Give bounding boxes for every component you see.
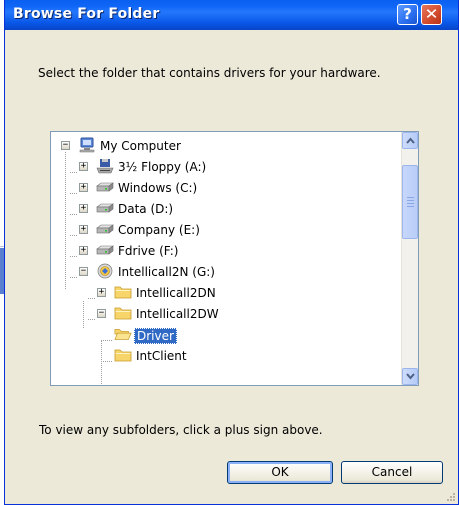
thumb-grip-line — [407, 197, 414, 198]
floppy-drive-icon — [96, 159, 114, 174]
collapse-icon[interactable]: − — [97, 309, 106, 318]
tree-item-intellicall2dn[interactable]: + Intellicall2DN — [87, 284, 391, 304]
tree-item-fdrive[interactable]: + Fdrive (F:) — [69, 242, 391, 262]
help-button[interactable]: ? — [397, 4, 418, 25]
expand-icon[interactable]: + — [97, 288, 106, 297]
subfolder-hint: To view any subfolders, click a plus sig… — [39, 423, 323, 437]
vertical-scrollbar[interactable] — [401, 132, 418, 385]
expand-icon[interactable]: + — [79, 162, 88, 171]
tree-item-data-drive[interactable]: + Data (D:) — [69, 200, 391, 220]
scroll-up-button[interactable] — [402, 132, 418, 149]
folder-icon — [114, 286, 132, 299]
chevron-up-icon — [406, 137, 415, 144]
network-drive-icon — [97, 263, 113, 279]
thumb-grip-line — [407, 206, 414, 207]
folder-tree[interactable]: − My Computer + 3½ Floppy (A:) + Windows… — [50, 131, 419, 386]
resize-grip-icon[interactable] — [444, 490, 456, 502]
close-icon: ✕ — [424, 5, 439, 23]
thumb-grip-line — [407, 200, 414, 201]
collapse-icon[interactable]: − — [79, 267, 88, 276]
folder-open-icon — [114, 329, 132, 340]
tree-item-intclient[interactable]: IntClient — [105, 347, 391, 367]
tree-item-label: My Computer — [100, 139, 181, 153]
collapse-icon[interactable]: − — [61, 141, 70, 150]
tree-item-label: Intellicall2DW — [136, 307, 219, 321]
tree-item-my-computer[interactable]: − My Computer — [51, 137, 391, 157]
tree-item-label: Intellicall2DN — [136, 286, 216, 300]
dialog-description: Select the folder that contains drivers … — [38, 66, 381, 80]
tree-item-floppy[interactable]: + 3½ Floppy (A:) — [69, 158, 391, 178]
tree-item-label: Fdrive (F:) — [118, 244, 179, 258]
tree-item-label: Data (D:) — [118, 202, 174, 216]
hard-drive-icon — [96, 224, 114, 234]
tree-item-label: IntClient — [136, 349, 187, 363]
scroll-thumb[interactable] — [402, 165, 418, 239]
tree-item-driver[interactable]: Driver — [105, 326, 391, 346]
thumb-grip-line — [407, 203, 414, 204]
computer-icon — [79, 137, 95, 153]
expand-icon[interactable]: + — [79, 246, 88, 255]
dialog-title: Browse For Folder — [13, 6, 160, 22]
tree-item-label: Windows (C:) — [118, 181, 198, 195]
tree-item-intellicall2n-drive[interactable]: − Intellicall2N (G:) — [69, 263, 391, 283]
tree-item-label-selected: Driver — [134, 328, 177, 344]
cancel-button[interactable]: Cancel — [341, 461, 443, 484]
tree-item-company-drive[interactable]: + Company (E:) — [69, 221, 391, 241]
hard-drive-icon — [96, 245, 114, 255]
help-icon: ? — [403, 5, 412, 23]
chevron-down-icon — [406, 373, 415, 380]
expand-icon[interactable]: + — [79, 204, 88, 213]
folder-icon — [114, 349, 132, 362]
close-button[interactable]: ✕ — [421, 4, 442, 25]
ok-button[interactable]: OK — [227, 461, 333, 484]
tree-item-windows-drive[interactable]: + Windows (C:) — [69, 179, 391, 199]
tree-item-label: Intellicall2N (G:) — [118, 265, 215, 279]
folder-icon — [114, 307, 132, 320]
tree-item-label: Company (E:) — [118, 223, 200, 237]
expand-icon[interactable]: + — [79, 225, 88, 234]
tree-item-label: 3½ Floppy (A:) — [118, 160, 207, 174]
title-bar[interactable]: Browse For Folder ? ✕ — [5, 0, 458, 30]
hard-drive-icon — [96, 182, 114, 192]
browse-for-folder-dialog: Browse For Folder ? ✕ Select the folder … — [4, 0, 459, 505]
hard-drive-icon — [96, 203, 114, 213]
tree-item-intellicall2dw[interactable]: − Intellicall2DW — [87, 305, 391, 325]
expand-icon[interactable]: + — [79, 183, 88, 192]
scroll-down-button[interactable] — [402, 368, 418, 385]
